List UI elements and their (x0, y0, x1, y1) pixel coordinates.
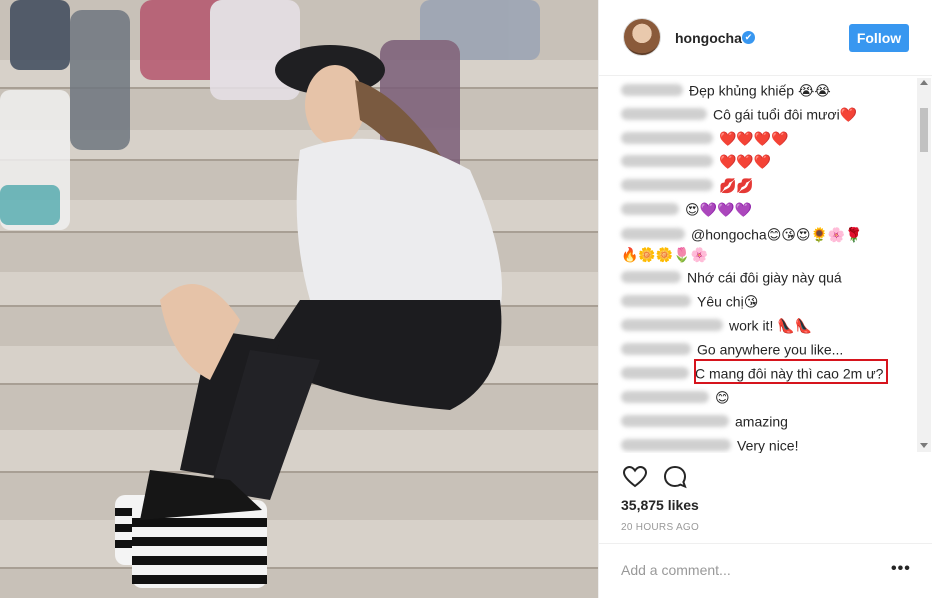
comment-item: ❤️❤️❤️❤️ (621, 127, 911, 147)
comment-item: work it! 👠👠 (621, 314, 911, 334)
comment-username[interactable] (621, 179, 713, 192)
comment-icon[interactable] (661, 463, 689, 491)
comment-username[interactable] (621, 319, 723, 332)
add-comment-bar: ••• (599, 543, 932, 598)
verified-badge-icon: ✔ (742, 31, 755, 44)
comment-item: 💋💋 (621, 174, 911, 194)
post-header: hongocha ✔ Follow (599, 0, 932, 76)
comment-username[interactable] (621, 84, 683, 97)
comments-scrollbar[interactable] (917, 78, 931, 452)
comment-text: Go anywhere you like... (697, 341, 844, 358)
comment-text: @hongocha😊😘😍🌻🌸🌹 (691, 226, 863, 243)
comment-item: 😍💜💜💜 (621, 198, 911, 218)
comment-text: Nhớ cái đôi giày này quá (687, 269, 842, 286)
follow-button[interactable]: Follow (849, 24, 909, 52)
comment-input[interactable] (621, 558, 871, 582)
comment-text: 💋💋 (719, 177, 754, 194)
post-actions (599, 455, 932, 500)
comment-item: 🔥🌼🌼🌷🌸 (621, 243, 911, 263)
comment-text: 🔥🌼🌼🌷🌸 (621, 246, 709, 263)
post-timestamp: 20 HOURS AGO (621, 522, 700, 533)
scroll-up-icon[interactable] (920, 80, 928, 85)
more-options-icon[interactable]: ••• (891, 560, 911, 578)
comment-username[interactable] (621, 228, 685, 241)
comment-text: ❤️❤️❤️❤️ (719, 130, 789, 147)
comment-text: ❤️❤️❤️ (719, 153, 772, 170)
comment-username[interactable] (621, 108, 707, 121)
comment-item: ❤️❤️❤️ (621, 150, 911, 170)
scroll-thumb[interactable] (920, 108, 928, 152)
comment-username[interactable] (621, 343, 691, 356)
comment-username[interactable] (621, 203, 679, 216)
comment-username[interactable] (621, 132, 713, 145)
comment-text: Đẹp khủng khiếp 😭😭 (689, 82, 831, 99)
comment-text: Yêu chị😘 (697, 293, 759, 310)
comment-username[interactable] (621, 415, 729, 428)
comment-item: @hongocha😊😘😍🌻🌸🌹 (621, 223, 911, 243)
comment-item: Very nice! (621, 434, 911, 453)
comment-text: work it! 👠👠 (729, 317, 813, 334)
post-sidebar: hongocha ✔ Follow Đẹp khủng khiếp 😭😭 Cô … (598, 0, 932, 598)
comment-text: Cô gái tuổi đôi mươi❤️ (713, 106, 858, 123)
highlight-box (694, 359, 888, 384)
heart-icon[interactable] (621, 463, 649, 491)
comment-item: Đẹp khủng khiếp 😭😭 (621, 79, 911, 99)
comment-username[interactable] (621, 391, 709, 404)
comment-username[interactable] (621, 439, 731, 452)
comment-item: Yêu chị😘 (621, 290, 911, 310)
post-photo (0, 0, 598, 598)
comment-item: Nhớ cái đôi giày này quá (621, 266, 911, 286)
username-link[interactable]: hongocha (675, 30, 742, 46)
comments-list: Đẹp khủng khiếp 😭😭 Cô gái tuổi đôi mươi❤… (599, 77, 932, 453)
avatar[interactable] (623, 18, 661, 56)
comment-text: Very nice! (737, 437, 799, 453)
comment-username[interactable] (621, 155, 713, 168)
comment-username[interactable] (621, 271, 681, 284)
comment-item: 😊 (621, 386, 911, 406)
comment-username[interactable] (621, 367, 689, 380)
comment-text: 😍💜💜💜 (685, 201, 752, 218)
comment-text: amazing (735, 413, 788, 430)
comment-text: 😊 (715, 389, 730, 406)
scroll-down-icon[interactable] (920, 443, 928, 448)
comment-item: Cô gái tuổi đôi mươi❤️ (621, 103, 911, 123)
comment-username[interactable] (621, 295, 691, 308)
photo-illustration (0, 0, 598, 598)
likes-count[interactable]: 35,875 likes (621, 497, 699, 513)
comment-item: Go anywhere you like... (621, 338, 911, 358)
comment-item: amazing (621, 410, 911, 430)
